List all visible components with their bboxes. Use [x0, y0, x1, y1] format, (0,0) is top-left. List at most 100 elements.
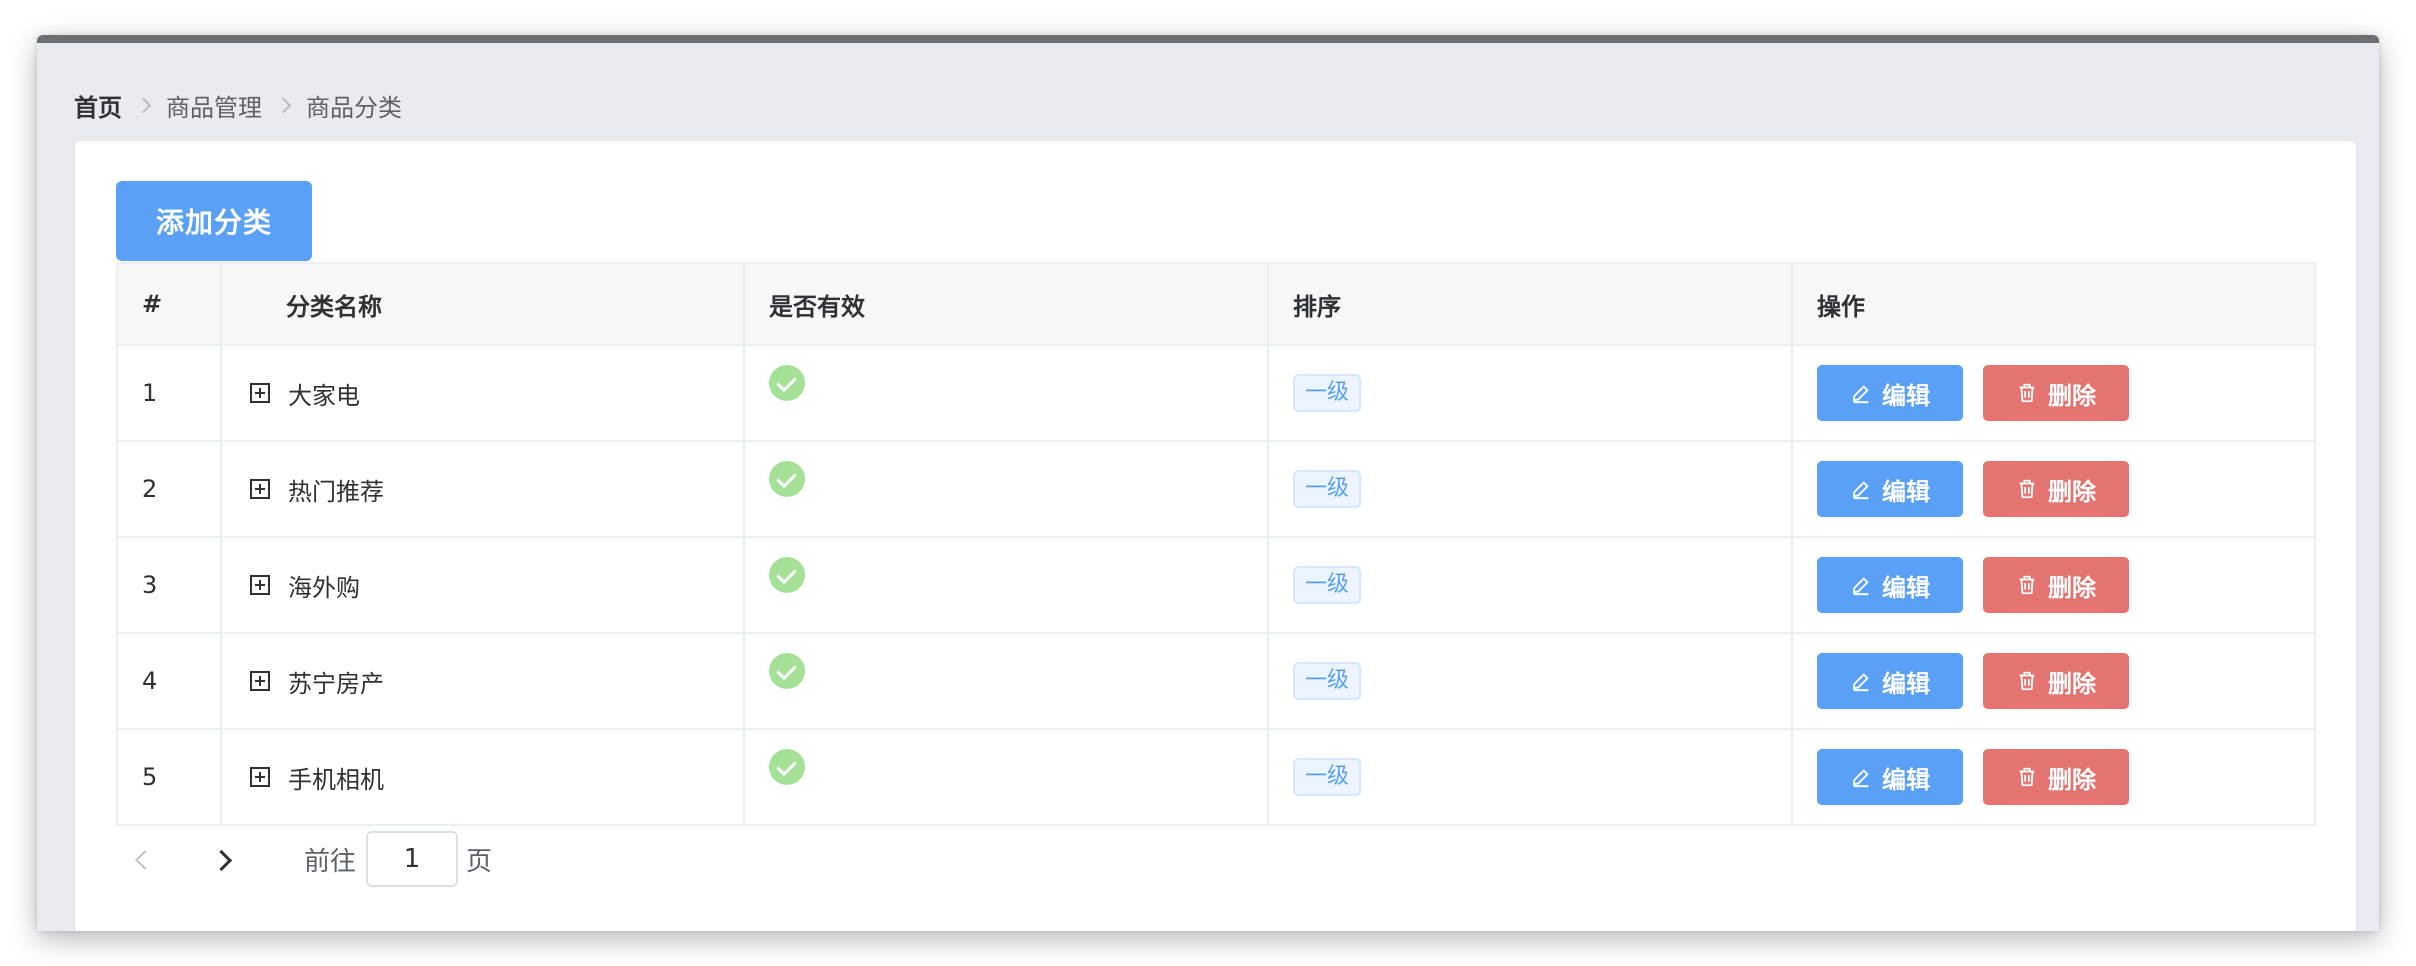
edit-button[interactable]: 编辑: [1817, 461, 1963, 517]
trash-icon: [2019, 671, 2035, 691]
category-name: 苏宁房产: [288, 669, 384, 698]
delete-button-label: 删除: [2048, 381, 2096, 410]
row-valid-cell: [743, 632, 1269, 730]
category-table: # 分类名称 是否有效 排序 操作 1 大家电 一级 编辑 删除 2 热门推荐 一级 编辑 删除 3…: [116, 262, 2316, 826]
edit-pencil-icon: [1852, 769, 1869, 788]
edit-button-label: 编辑: [1882, 477, 1930, 506]
edit-pencil-icon: [1852, 385, 1869, 404]
row-index: 3: [116, 536, 222, 634]
edit-button-label: 编辑: [1882, 765, 1930, 794]
add-category-button[interactable]: 添加分类: [116, 181, 312, 261]
row-valid-cell: [743, 728, 1269, 826]
row-actions-cell: 编辑 删除: [1791, 632, 2316, 730]
table-row: 1 大家电 一级 编辑 删除: [116, 344, 2316, 442]
edit-pencil-icon: [1852, 481, 1869, 500]
edit-button[interactable]: 编辑: [1817, 653, 1963, 709]
edit-pencil-icon: [1852, 577, 1869, 596]
app-window: 首页 商品管理 商品分类 添加分类 # 分类名称 是否有效 排序 操作 1 大家…: [37, 35, 2379, 931]
table-row: 5 手机相机 一级 编辑 删除: [116, 728, 2316, 826]
check-circle-icon: [769, 749, 805, 785]
level-tag: 一级: [1293, 758, 1362, 796]
row-name-cell: 海外购: [220, 536, 745, 634]
breadcrumb-home[interactable]: 首页: [74, 88, 122, 123]
row-order-cell: 一级: [1267, 632, 1793, 730]
expand-plus-icon[interactable]: [250, 671, 270, 691]
category-name: 海外购: [288, 573, 360, 602]
category-name: 热门推荐: [288, 477, 384, 506]
check-circle-icon: [769, 461, 805, 497]
edit-button-label: 编辑: [1882, 381, 1930, 410]
row-name-cell: 手机相机: [220, 728, 745, 826]
breadcrumb: 首页 商品管理 商品分类: [74, 85, 402, 125]
pagination-page-suffix: 页: [466, 846, 493, 877]
category-name: 大家电: [288, 381, 360, 410]
edit-button-label: 编辑: [1882, 669, 1930, 698]
row-valid-cell: [743, 536, 1269, 634]
delete-button[interactable]: 删除: [1983, 749, 2129, 805]
delete-button-label: 删除: [2048, 477, 2096, 506]
expand-plus-icon[interactable]: [250, 383, 270, 403]
table-row: 4 苏宁房产 一级 编辑 删除: [116, 632, 2316, 730]
check-circle-icon: [769, 365, 805, 401]
trash-icon: [2019, 479, 2035, 499]
delete-button[interactable]: 删除: [1983, 653, 2129, 709]
level-tag: 一级: [1293, 470, 1362, 508]
row-order-cell: 一级: [1267, 536, 1793, 634]
column-header-name: 分类名称: [220, 262, 745, 346]
breadcrumb-separator-icon: [130, 85, 158, 125]
table-header-row: # 分类名称 是否有效 排序 操作: [116, 262, 2316, 346]
row-name-cell: 大家电: [220, 344, 745, 442]
pagination: 前往 页: [116, 831, 492, 887]
row-index: 5: [116, 728, 222, 826]
delete-button[interactable]: 删除: [1983, 557, 2129, 613]
column-header-order: 排序: [1267, 262, 1793, 346]
row-valid-cell: [743, 344, 1269, 442]
breadcrumb-separator-icon: [270, 85, 298, 125]
delete-button[interactable]: 删除: [1983, 461, 2129, 517]
expand-plus-icon[interactable]: [250, 575, 270, 595]
page-number-input[interactable]: [366, 831, 459, 887]
row-name-cell: 苏宁房产: [220, 632, 745, 730]
row-order-cell: 一级: [1267, 344, 1793, 442]
pagination-goto-label: 前往: [304, 846, 357, 877]
level-tag: 一级: [1293, 662, 1362, 700]
edit-button[interactable]: 编辑: [1817, 365, 1963, 421]
row-index: 1: [116, 344, 222, 442]
check-circle-icon: [769, 557, 805, 593]
delete-button[interactable]: 删除: [1983, 365, 2129, 421]
row-order-cell: 一级: [1267, 440, 1793, 538]
breadcrumb-goods-management: 商品管理: [166, 93, 262, 122]
row-actions-cell: 编辑 删除: [1791, 728, 2316, 826]
row-valid-cell: [743, 440, 1269, 538]
level-tag: 一级: [1293, 374, 1362, 412]
table-row: 3 海外购 一级 编辑 删除: [116, 536, 2316, 634]
row-actions-cell: 编辑 删除: [1791, 344, 2316, 442]
breadcrumb-goods-category: 商品分类: [306, 93, 402, 122]
expand-plus-icon[interactable]: [250, 767, 270, 787]
edit-pencil-icon: [1852, 673, 1869, 692]
trash-icon: [2019, 767, 2035, 787]
delete-button-label: 删除: [2048, 669, 2096, 698]
check-circle-icon: [769, 653, 805, 689]
column-header-valid: 是否有效: [743, 262, 1269, 346]
trash-icon: [2019, 383, 2035, 403]
row-order-cell: 一级: [1267, 728, 1793, 826]
column-header-actions: 操作: [1791, 262, 2316, 346]
row-index: 2: [116, 440, 222, 538]
edit-button[interactable]: 编辑: [1817, 557, 1963, 613]
table-row: 2 热门推荐 一级 编辑 删除: [116, 440, 2316, 538]
delete-button-label: 删除: [2048, 765, 2096, 794]
trash-icon: [2019, 575, 2035, 595]
edit-button-label: 编辑: [1882, 573, 1930, 602]
row-actions-cell: 编辑 删除: [1791, 440, 2316, 538]
chevron-left-icon[interactable]: [116, 831, 172, 887]
row-index: 4: [116, 632, 222, 730]
category-name: 手机相机: [288, 765, 384, 794]
chevron-right-icon[interactable]: [200, 831, 256, 887]
level-tag: 一级: [1293, 566, 1362, 604]
edit-button[interactable]: 编辑: [1817, 749, 1963, 805]
expand-plus-icon[interactable]: [250, 479, 270, 499]
row-actions-cell: 编辑 删除: [1791, 536, 2316, 634]
column-header-index: #: [116, 262, 222, 346]
content-card: 添加分类 # 分类名称 是否有效 排序 操作 1 大家电 一级 编辑 删除 2 热门推荐 一级…: [75, 141, 2356, 931]
